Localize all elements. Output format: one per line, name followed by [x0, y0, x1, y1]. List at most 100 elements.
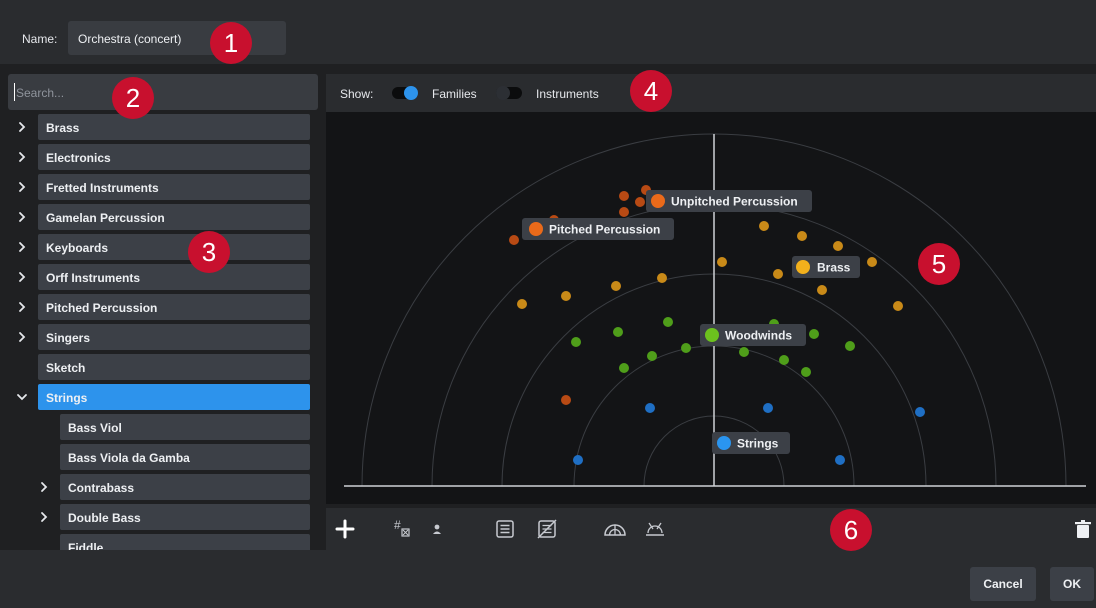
stage-icon[interactable] [600, 514, 630, 544]
chevron-down-icon[interactable] [16, 391, 28, 403]
tree-item[interactable]: Fretted Instruments [38, 174, 310, 200]
name-bar: Name: Orchestra (concert) [0, 0, 1096, 64]
player-dot[interactable] [509, 235, 519, 245]
family-label-unpitched[interactable]: Unpitched Percussion [646, 190, 812, 212]
player-dot[interactable] [657, 273, 667, 283]
instruments-toggle[interactable] [496, 86, 522, 100]
tree-item[interactable]: Bass Viola da Gamba [60, 444, 310, 470]
single-player-icon[interactable] [422, 514, 452, 544]
player-dot[interactable] [779, 355, 789, 365]
player-dot[interactable] [611, 281, 621, 291]
player-dot[interactable] [717, 257, 727, 267]
player-dot[interactable] [893, 301, 903, 311]
family-label-text: Brass [817, 261, 851, 275]
tree-item[interactable]: Orff Instruments [38, 264, 310, 290]
player-dot[interactable] [739, 347, 749, 357]
name-label: Name: [22, 32, 58, 46]
tree-item[interactable]: Double Bass [60, 504, 310, 530]
tree-item-label: Pitched Percussion [46, 301, 158, 315]
player-dot[interactable] [915, 407, 925, 417]
tree-item[interactable]: Fiddle [60, 534, 310, 550]
tree-item[interactable]: Singers [38, 324, 310, 350]
tree-item[interactable]: Contrabass [60, 474, 310, 500]
player-dot[interactable] [833, 241, 843, 251]
ensemble-panel: Show: Families Instruments Unpitched Per… [326, 64, 1096, 550]
name-value: Orchestra (concert) [78, 32, 182, 46]
tree-item[interactable]: Pitched Percussion [38, 294, 310, 320]
trash-icon[interactable] [1068, 514, 1096, 544]
numbered-rename-icon[interactable]: # [388, 514, 418, 544]
chevron-right-icon[interactable] [16, 271, 28, 283]
search-input[interactable]: Search... [8, 74, 318, 110]
tree-item[interactable]: Gamelan Percussion [38, 204, 310, 230]
player-dot[interactable] [809, 329, 819, 339]
players-toolbar: # [326, 508, 1096, 550]
player-dot[interactable] [681, 343, 691, 353]
tree-item[interactable]: Strings [38, 384, 310, 410]
player-dot[interactable] [619, 191, 629, 201]
tree-item[interactable]: Brass [38, 114, 310, 140]
tree-item-label: Strings [46, 391, 88, 405]
svg-text:#: # [394, 518, 401, 532]
family-label-woodwinds[interactable]: Woodwinds [700, 324, 806, 346]
plus-icon[interactable] [330, 514, 360, 544]
show-bar: Show: Families Instruments [326, 74, 1096, 112]
search-placeholder: Search... [16, 86, 65, 100]
chevron-right-icon[interactable] [38, 511, 50, 523]
toggle-knob [404, 86, 418, 100]
tree-item-label: Sketch [46, 361, 86, 375]
text-cursor [14, 83, 15, 101]
families-toggle[interactable] [392, 86, 418, 100]
chevron-right-icon[interactable] [16, 181, 28, 193]
instrument-tree-panel: Search... Brass Electronics Fretted Instru… [0, 64, 322, 550]
family-label-strings[interactable]: Strings [712, 432, 790, 454]
player-dot[interactable] [845, 341, 855, 351]
chevron-right-icon[interactable] [16, 331, 28, 343]
player-dot[interactable] [561, 395, 571, 405]
player-dot[interactable] [817, 285, 827, 295]
chevron-right-icon[interactable] [38, 481, 50, 493]
player-dot[interactable] [663, 317, 673, 327]
tree-item[interactable]: Electronics [38, 144, 310, 170]
chevron-right-icon[interactable] [16, 301, 28, 313]
player-dot[interactable] [619, 207, 629, 217]
player-dot[interactable] [635, 197, 645, 207]
ok-button[interactable]: OK [1050, 567, 1094, 601]
name-field[interactable]: Orchestra (concert) [68, 21, 286, 55]
player-dot[interactable] [561, 291, 571, 301]
tree-item-label: Keyboards [46, 241, 109, 255]
family-label-pitched[interactable]: Pitched Percussion [522, 218, 674, 240]
player-dot[interactable] [759, 221, 769, 231]
player-dot[interactable] [645, 403, 655, 413]
player-dot[interactable] [517, 299, 527, 309]
tree-item[interactable]: Bass Viol [60, 414, 310, 440]
clear-notes-icon[interactable] [532, 514, 562, 544]
tree-item-label: Contrabass [68, 481, 135, 495]
player-dot[interactable] [773, 269, 783, 279]
player-dot[interactable] [867, 257, 877, 267]
chevron-right-icon[interactable] [16, 121, 28, 133]
player-dot[interactable] [763, 403, 773, 413]
cancel-button[interactable]: Cancel [970, 567, 1036, 601]
player-dot[interactable] [647, 351, 657, 361]
notes-icon[interactable] [490, 514, 520, 544]
tree-item[interactable]: Keyboards [38, 234, 310, 260]
tree-item-label: Singers [46, 331, 91, 345]
callout-badge: 5 [918, 243, 960, 285]
callout-badge: 6 [830, 509, 872, 551]
chevron-right-icon[interactable] [16, 211, 28, 223]
player-dot[interactable] [797, 231, 807, 241]
stage-adjust-icon[interactable] [640, 514, 670, 544]
player-dot[interactable] [573, 455, 583, 465]
chevron-right-icon[interactable] [16, 241, 28, 253]
families-label: Families [432, 87, 477, 101]
player-dot[interactable] [619, 363, 629, 373]
chevron-right-icon[interactable] [16, 151, 28, 163]
family-label-brass[interactable]: Brass [792, 256, 860, 278]
player-dot[interactable] [801, 367, 811, 377]
tree-item[interactable]: Sketch [38, 354, 310, 380]
player-dot[interactable] [571, 337, 581, 347]
player-dot[interactable] [613, 327, 623, 337]
player-dot[interactable] [835, 455, 845, 465]
seating-chart[interactable]: Unpitched Percussion Pitched Percussion … [326, 112, 1096, 504]
